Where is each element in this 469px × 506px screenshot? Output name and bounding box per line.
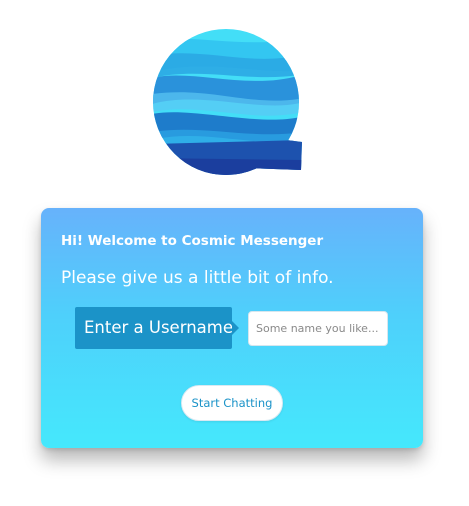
start-chatting-button[interactable]: Start Chatting xyxy=(181,385,283,421)
page: Hi! Welcome to Cosmic Messenger Please g… xyxy=(0,0,469,506)
welcome-title: Hi! Welcome to Cosmic Messenger xyxy=(61,233,324,249)
username-input[interactable] xyxy=(248,311,388,346)
cosmic-messenger-logo-icon xyxy=(153,29,302,175)
info-prompt: Please give us a little bit of info. xyxy=(61,268,334,288)
username-label: Enter a Username xyxy=(75,307,239,349)
welcome-card: Hi! Welcome to Cosmic Messenger Please g… xyxy=(41,208,423,448)
